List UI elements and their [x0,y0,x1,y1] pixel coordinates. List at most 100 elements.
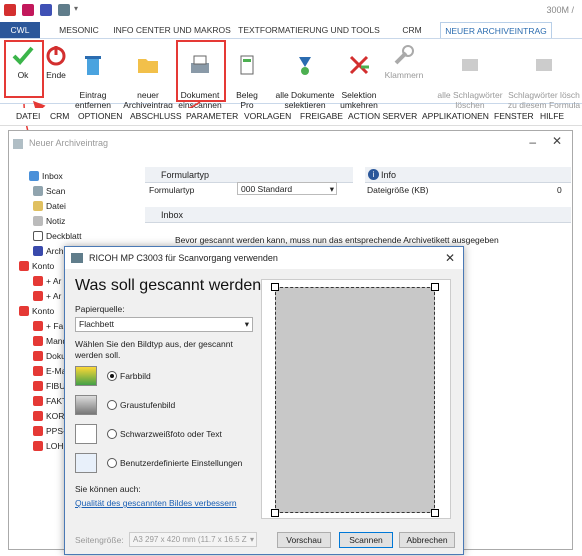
scannen-button[interactable]: Scannen [339,532,393,548]
power-icon [46,46,66,66]
tree-item[interactable]: Konto [19,261,54,271]
bw-text-icon [75,424,97,444]
dropdown-icon[interactable]: ▾ [74,4,78,13]
heart-icon [33,366,43,376]
tab-info-center[interactable]: INFO CENTER UND MAKROS [112,22,232,38]
schlagwoerter-loeschen-button[interactable]: Schlagwörter lösch zu diesem Formula [506,43,582,110]
window-title: Neuer Archiveintrag [29,138,109,148]
crop-handle[interactable] [271,283,279,291]
tree-item-scan[interactable]: Scan [33,186,65,196]
neuer-archiveintrag-button[interactable]: neuer Archiveintrag [120,43,176,110]
title-bar: ▾ 300M / [0,0,582,22]
close-icon[interactable]: ✕ [445,247,455,269]
inbox-text: Bevor gescannt werden kann, muss nun das… [175,235,499,245]
tab-mesonic[interactable]: MESONIC [48,22,110,38]
radio-farbbild[interactable] [107,371,117,381]
menu-abschluss[interactable]: ABSCHLUSS [130,111,182,121]
radio-schwarzweiss[interactable] [107,429,117,439]
tree-item[interactable]: E-Mai [33,366,68,376]
papierquelle-select[interactable]: Flachbett ▾ [75,317,253,332]
quick-access-icon[interactable] [22,4,34,16]
seitengroesse-select[interactable]: A3 297 x 420 mm (11.7 x 16.5 Z ▾ [129,532,257,547]
alle-dokumente-selektieren-button[interactable]: alle Dokumente selektieren [272,43,338,110]
close-icon[interactable]: ✕ [552,134,562,148]
trash-icon [85,56,101,75]
heart-icon [19,261,29,271]
vorschau-button[interactable]: Vorschau [277,532,331,548]
menu-applikationen[interactable]: APPLIKATIONEN [422,111,489,121]
chevron-down-icon: ▾ [249,533,254,546]
tag-delete-icon [536,59,552,71]
tree-item-datei[interactable]: Datei [33,201,66,211]
menu-action-server[interactable]: ACTION SERVER [348,111,417,121]
crop-handle[interactable] [271,509,279,517]
tree-item[interactable]: Doku [33,351,66,361]
heart-icon [33,426,43,436]
crop-handle[interactable] [431,283,439,291]
eintrag-entfernen-button[interactable]: Eintrag entfernen [72,43,114,110]
window-title-bar: Neuer Archiveintrag – ✕ [9,131,572,157]
tree-item[interactable]: + Ar [33,291,61,301]
alle-schlagwoerter-loeschen-button[interactable]: alle Schlagwörter löschen [434,43,506,110]
tree-item[interactable]: Konto [19,306,54,316]
app-logo-icon [4,4,16,16]
minimize-icon[interactable]: – [529,135,536,149]
menu-datei[interactable]: DATEI [16,111,40,121]
sie-koennen-auch: Sie können auch: [75,484,141,494]
save-icon[interactable] [58,4,70,16]
grayscale-image-icon [75,395,97,415]
ribbon: Ok Ende Eintrag entfernen neuer Archivei… [0,38,582,110]
tag-delete-icon [462,59,478,71]
tree-item-notiz[interactable]: Notiz [33,216,65,226]
klammern-label: Klammern [384,70,424,80]
option-benutzerdefiniert[interactable]: Benutzerdefinierte Einstellungen [120,458,242,468]
tree-item[interactable]: Mand [33,336,67,346]
beleg-pro-button[interactable]: Beleg Pro [232,43,262,110]
klammern-button[interactable]: Klammern [384,43,424,99]
inbox-icon [29,171,39,181]
option-graustufenbild[interactable]: Graustufenbild [120,400,175,410]
dialog-title: RICOH MP C3003 für Scanvorgang verwenden [89,253,278,263]
abbrechen-button[interactable]: Abbrechen [399,532,455,548]
tree-item[interactable]: + Fa [33,321,63,331]
menu-bar: DATEI CRM OPTIONEN ABSCHLUSS PARAMETER V… [0,108,582,126]
tree-item[interactable]: FAKT [33,396,67,406]
alle-label: alle Dokumente selektieren [275,90,335,110]
option-farbbild[interactable]: Farbbild [120,371,151,381]
radio-graustufenbild[interactable] [107,400,117,410]
beleg-label: Beleg Pro [236,90,258,110]
menu-freigabe[interactable]: FREIGABE [300,111,343,121]
tab-cwl[interactable]: CWL [0,22,40,38]
tree-item-deckblatt[interactable]: Deckblatt [33,231,81,241]
menu-fenster[interactable]: FENSTER [494,111,534,121]
highlight-ok [4,40,44,98]
scan-region[interactable] [275,287,435,513]
radio-benutzerdefiniert[interactable] [107,458,117,468]
select-all-icon [299,57,311,75]
quick-access-icon[interactable] [40,4,52,16]
wrench-icon [394,45,414,65]
menu-vorlagen[interactable]: VORLAGEN [244,111,291,121]
selektion-umkehren-button[interactable]: Selektion umkehren [338,43,380,110]
menu-optionen[interactable]: OPTIONEN [78,111,122,121]
tree-item[interactable]: FIBU- [33,381,68,391]
tab-neuer-archiveintrag[interactable]: NEUER ARCHIVEINTRAG [440,22,552,38]
tree-item-inbox[interactable]: Inbox [29,171,63,181]
menu-parameter[interactable]: PARAMETER [186,111,238,121]
menu-hilfe[interactable]: HILFE [540,111,564,121]
tab-crm[interactable]: CRM [396,22,428,38]
highlight-dokument-einscannen [176,40,226,102]
formulartyp-header: Formulartyp [145,167,353,183]
formulartyp-select[interactable]: 000 Standard ▾ [237,182,337,195]
menu-crm[interactable]: CRM [50,111,69,121]
tab-textformatierung[interactable]: TEXTFORMATIERUNG UND TOOLS [234,22,384,38]
tree-item[interactable]: + Ar [33,276,61,286]
dateigroesse-label: Dateigröße (KB) [367,185,429,195]
ende-button[interactable]: Ende [42,43,70,99]
quality-link[interactable]: Qualität des gescannten Bildes verbesser… [75,498,237,508]
heart-icon [33,321,43,331]
heart-icon [33,351,43,361]
crop-handle[interactable] [431,509,439,517]
option-schwarzweiss[interactable]: Schwarzweißfoto oder Text [120,429,222,439]
heart-icon [33,291,43,301]
